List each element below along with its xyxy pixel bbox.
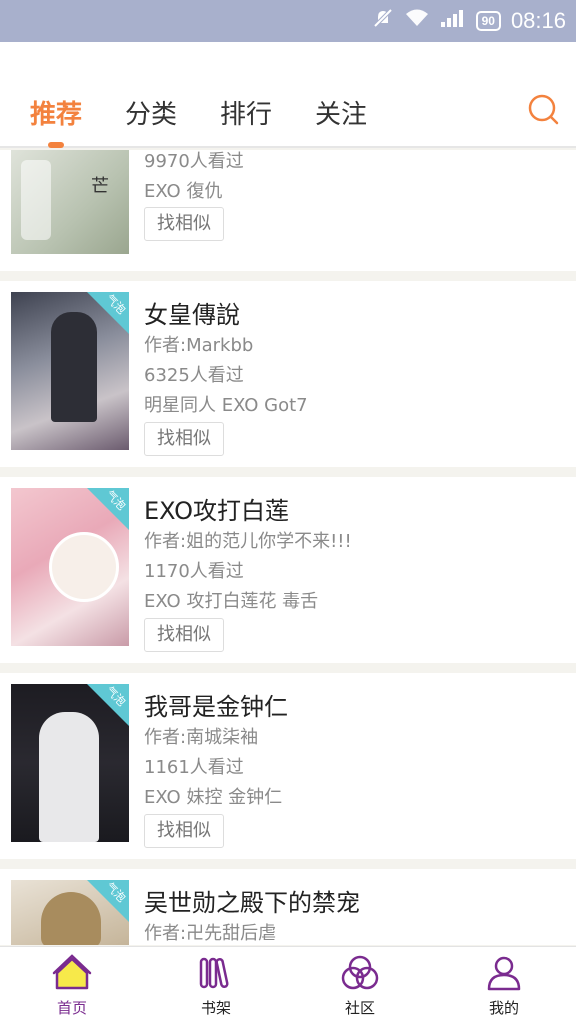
book-views: 6325人看过 <box>144 365 244 386</box>
list-item[interactable]: 气泡 EXO攻打白莲 作者:姐的范儿你学不来!!! 1170人看过 EXO 攻打… <box>0 477 576 663</box>
book-views: 9970人看过 <box>144 151 244 172</box>
top-nav: 推荐 分类 排行 关注 <box>0 42 576 148</box>
tab-bar: 推荐 分类 排行 关注 <box>0 94 410 134</box>
book-author: 作者:南城柒袖 <box>144 727 259 748</box>
book-cover[interactable]: 气泡 <box>11 684 129 842</box>
book-tags: EXO 復仇 <box>144 181 223 202</box>
book-title[interactable]: 女皇傳說 <box>144 295 240 330</box>
cover-art <box>21 160 51 240</box>
bookshelf-icon <box>199 957 229 989</box>
book-tags: EXO 攻打白莲花 毒舌 <box>144 591 319 612</box>
book-views: 1170人看过 <box>144 561 244 582</box>
book-author: 作者:卍先甜后虐 <box>144 923 277 944</box>
mute-icon <box>372 7 394 35</box>
cover-art <box>49 532 119 602</box>
book-author: 作者:姐的范儿你学不来!!! <box>144 531 352 552</box>
clock: 08:16 <box>510 8 566 33</box>
book-cover[interactable]: 芒 <box>11 150 129 254</box>
book-cover[interactable]: 气泡 <box>11 880 129 945</box>
nav-profile[interactable]: 我的 <box>432 947 576 1025</box>
community-icon <box>341 955 379 990</box>
book-cover[interactable]: 气泡 <box>11 292 129 450</box>
nav-home[interactable]: 首页 <box>0 947 144 1025</box>
home-icon <box>52 954 92 990</box>
status-bar: 90 08:16 <box>0 0 576 42</box>
list-item[interactable]: 气泡 女皇傳說 作者:Markbb 6325人看过 明星同人 EXO Got7 … <box>0 281 576 467</box>
battery-icon: 90 <box>475 11 501 31</box>
book-title[interactable]: EXO攻打白莲 <box>144 491 289 526</box>
list-item[interactable]: 气泡 我哥是金钟仁 作者:南城柒袖 1161人看过 EXO 妹控 金钟仁 找相似 <box>0 673 576 859</box>
list-item[interactable]: 气泡 吴世勋之殿下的禁宠 作者:卍先甜后虐 <box>0 869 576 945</box>
cover-art <box>39 712 99 842</box>
book-list[interactable]: 芒 9970人看过 EXO 復仇 找相似 气泡 女皇傳說 作者:Markbb 6… <box>0 150 576 945</box>
nav-home-label: 首页 <box>56 999 87 1017</box>
nav-community-label: 社区 <box>344 999 375 1017</box>
find-similar-button[interactable]: 找相似 <box>144 422 224 456</box>
find-similar-button[interactable]: 找相似 <box>144 814 224 848</box>
search-icon[interactable] <box>528 94 560 126</box>
book-author: 作者:Markbb <box>144 335 254 356</box>
tab-ranking[interactable]: 排行 <box>220 94 272 134</box>
nav-bookshelf[interactable]: 书架 <box>144 947 288 1025</box>
cover-title-text: 芒 <box>91 176 109 197</box>
book-tags: EXO 妹控 金钟仁 <box>144 787 283 808</box>
nav-community[interactable]: 社区 <box>288 947 432 1025</box>
tab-following[interactable]: 关注 <box>315 94 367 134</box>
wifi-icon <box>404 8 430 34</box>
find-similar-button[interactable]: 找相似 <box>144 618 224 652</box>
book-cover[interactable]: 气泡 <box>11 488 129 646</box>
profile-icon <box>487 956 521 991</box>
book-title[interactable]: 我哥是金钟仁 <box>144 687 288 722</box>
book-title[interactable]: 吴世勋之殿下的禁宠 <box>144 883 360 918</box>
list-item[interactable]: 芒 9970人看过 EXO 復仇 找相似 <box>0 150 576 271</box>
bottom-nav: 首页 书架 社区 我的 <box>0 946 576 1025</box>
book-views: 1161人看过 <box>144 757 244 778</box>
find-similar-button[interactable]: 找相似 <box>144 207 224 241</box>
book-tags: 明星同人 EXO Got7 <box>144 395 308 416</box>
nav-bookshelf-label: 书架 <box>200 999 231 1017</box>
signal-icon <box>440 8 466 34</box>
nav-profile-label: 我的 <box>488 999 519 1017</box>
tab-category[interactable]: 分类 <box>125 94 177 134</box>
tab-recommend[interactable]: 推荐 <box>30 94 82 134</box>
